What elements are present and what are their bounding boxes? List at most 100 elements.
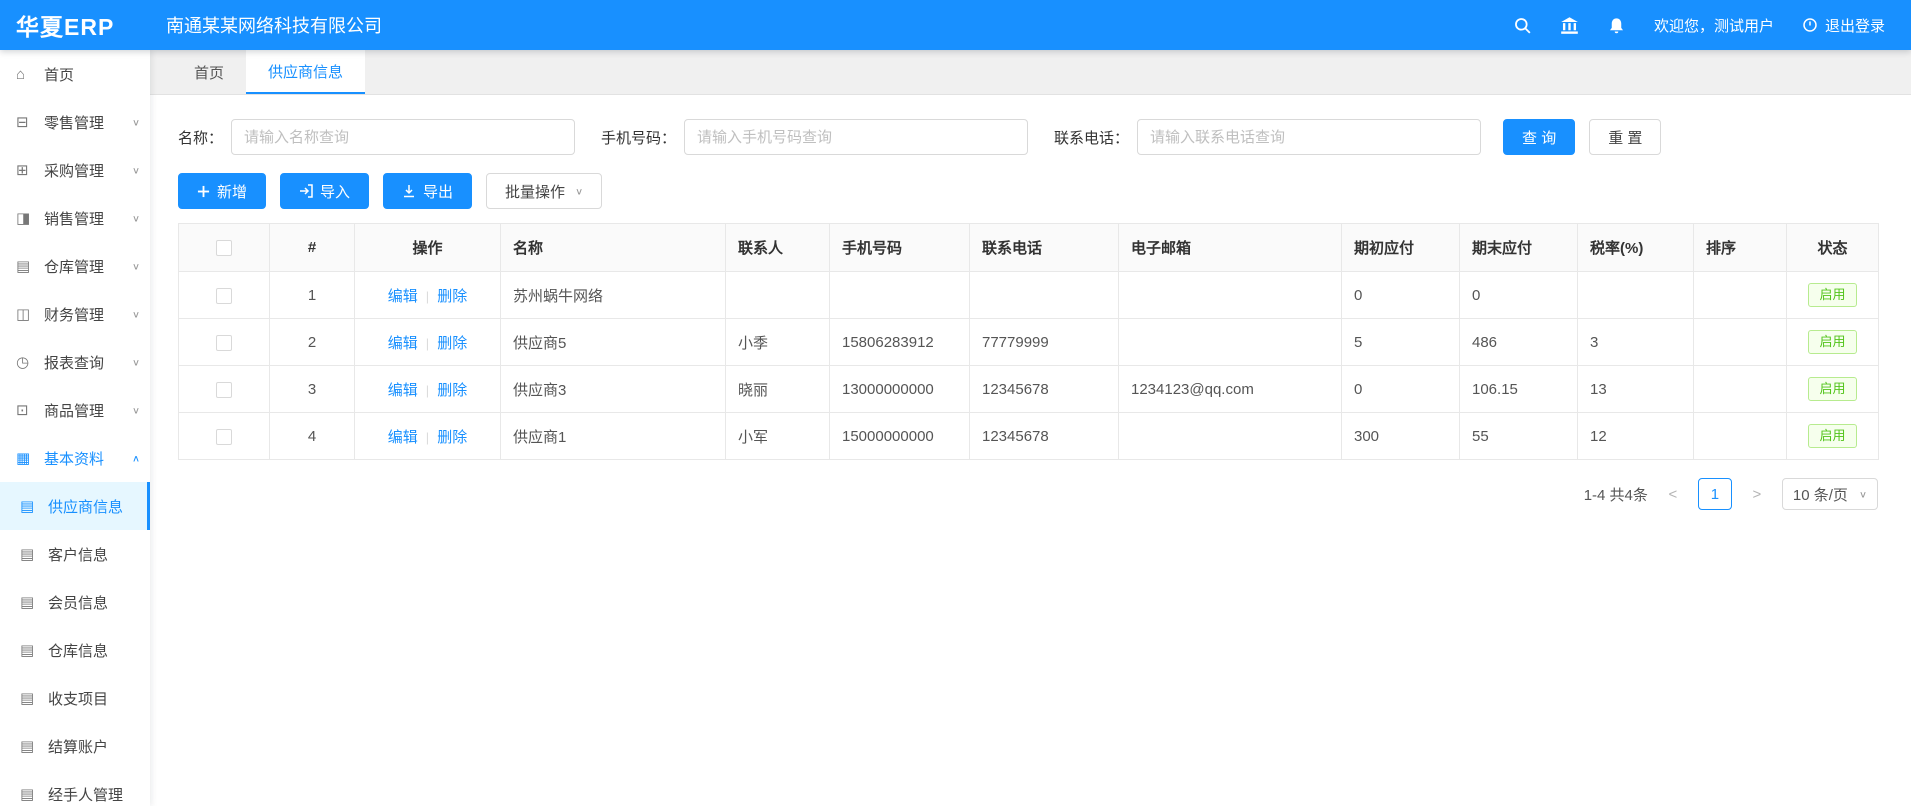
home-icon: ⌂ — [16, 66, 37, 83]
telephone: 12345678 — [970, 413, 1119, 460]
opening-payable: 0 — [1342, 272, 1460, 319]
header-actions: 欢迎您，测试用户 退出登录 — [1513, 15, 1911, 36]
delete-link[interactable]: 删除 — [437, 335, 467, 352]
chevron-down-icon: ∨ — [132, 260, 140, 271]
tab-supplier-info[interactable]: 供应商信息 — [246, 50, 365, 94]
status-badge[interactable]: 启用 — [1808, 330, 1856, 354]
sidebar-item-settlement-account[interactable]: ▤ 结算账户 — [0, 722, 150, 770]
supplier-table: # 操作 名称 联系人 手机号码 联系电话 电子邮箱 期初应付 期末应付 税率(… — [178, 223, 1879, 460]
sidebar-item-retail[interactable]: ⊟ 零售管理 ∨ — [0, 98, 150, 146]
col-header-tax-rate: 税率(%) — [1578, 224, 1694, 272]
sidebar-item-warehouse-info[interactable]: ▤ 仓库信息 — [0, 626, 150, 674]
row-index: 1 — [270, 272, 355, 319]
notification-bell-icon[interactable] — [1607, 16, 1626, 35]
page-size-select[interactable]: 10 条/页 ∨ — [1782, 478, 1878, 510]
sidebar-item-sales[interactable]: ◨ 销售管理 ∨ — [0, 194, 150, 242]
export-download-icon — [402, 184, 416, 198]
sidebar-item-reports[interactable]: ◷ 报表查询 ∨ — [0, 338, 150, 386]
row-checkbox[interactable] — [216, 429, 232, 445]
tab-home[interactable]: 首页 — [172, 50, 246, 94]
phone-filter-input[interactable] — [684, 119, 1028, 155]
current-page-button[interactable]: 1 — [1698, 478, 1732, 510]
row-checkbox[interactable] — [216, 335, 232, 351]
sidebar-item-supplier-info[interactable]: ▤ 供应商信息 — [0, 482, 150, 530]
edit-link[interactable]: 编辑 — [388, 288, 418, 305]
opening-payable: 5 — [1342, 319, 1460, 366]
delete-link[interactable]: 删除 — [437, 382, 467, 399]
opening-payable: 300 — [1342, 413, 1460, 460]
sidebar-item-purchase[interactable]: ⊞ 采购管理 ∨ — [0, 146, 150, 194]
report-icon: ◷ — [16, 353, 37, 371]
top-header: 华夏ERP 南通某某网络科技有限公司 欢迎您，测试用户 退出登录 — [0, 0, 1911, 50]
sidebar-item-member-info[interactable]: ▤ 会员信息 — [0, 578, 150, 626]
table-row: 4 编辑|删除 供应商1 小军 15000000000 12345678 300… — [179, 413, 1879, 460]
sidebar-item-finance[interactable]: ◫ 财务管理 ∨ — [0, 290, 150, 338]
document-icon: ▤ — [20, 641, 41, 659]
row-index: 2 — [270, 319, 355, 366]
logout-button[interactable]: 退出登录 — [1802, 15, 1885, 36]
tax-rate: 3 — [1578, 319, 1694, 366]
sidebar-item-basic-data[interactable]: ▦ 基本资料 ∧ — [0, 434, 150, 482]
purchase-icon: ⊞ — [16, 161, 37, 179]
sidebar-item-customer-info[interactable]: ▤ 客户信息 — [0, 530, 150, 578]
sidebar-item-goods[interactable]: ⊡ 商品管理 ∨ — [0, 386, 150, 434]
sort-order — [1694, 413, 1787, 460]
status-badge[interactable]: 启用 — [1808, 283, 1856, 307]
search-button[interactable]: 查 询 — [1503, 119, 1575, 155]
sidebar-item-warehouse[interactable]: ▤ 仓库管理 ∨ — [0, 242, 150, 290]
sort-order — [1694, 319, 1787, 366]
chevron-down-icon: ∨ — [1859, 488, 1867, 499]
welcome-user[interactable]: 欢迎您，测试用户 — [1654, 15, 1774, 36]
prev-page-button[interactable]: < — [1658, 478, 1688, 510]
batch-actions-button[interactable]: 批量操作 ∨ — [486, 173, 602, 209]
chevron-down-icon: ∨ — [132, 164, 140, 175]
export-button[interactable]: 导出 — [383, 173, 472, 209]
toolbar: 新增 导入 导出 批量操作 — [178, 173, 1883, 209]
sidebar-item-handler-management[interactable]: ▤ 经手人管理 — [0, 770, 150, 806]
import-button[interactable]: 导入 — [280, 173, 369, 209]
document-icon: ▤ — [20, 785, 41, 803]
sidebar-item-home[interactable]: ⌂ 首页 — [0, 50, 150, 98]
closing-payable: 486 — [1460, 319, 1578, 366]
next-page-button[interactable]: > — [1742, 478, 1772, 510]
delete-link[interactable]: 删除 — [437, 288, 467, 305]
chevron-down-icon: ∨ — [132, 404, 140, 415]
tel-filter-label: 联系电话： — [1054, 127, 1129, 148]
chevron-down-icon: ∨ — [132, 116, 140, 127]
edit-link[interactable]: 编辑 — [388, 429, 418, 446]
edit-link[interactable]: 编辑 — [388, 382, 418, 399]
telephone — [970, 272, 1119, 319]
status-badge[interactable]: 启用 — [1808, 424, 1856, 448]
search-icon[interactable] — [1513, 16, 1532, 35]
delete-link[interactable]: 删除 — [437, 429, 467, 446]
select-all-checkbox[interactable] — [216, 240, 232, 256]
tel-filter-input[interactable] — [1137, 119, 1481, 155]
contact-person: 小季 — [726, 319, 830, 366]
row-index: 4 — [270, 413, 355, 460]
platform-bank-icon[interactable] — [1560, 16, 1579, 35]
row-checkbox[interactable] — [216, 288, 232, 304]
table-row: 2 编辑|删除 供应商5 小季 15806283912 77779999 5 4… — [179, 319, 1879, 366]
name-filter-input[interactable] — [231, 119, 575, 155]
plus-icon — [197, 185, 210, 198]
edit-link[interactable]: 编辑 — [388, 335, 418, 352]
status-badge[interactable]: 启用 — [1808, 377, 1856, 401]
retail-icon: ⊟ — [16, 113, 37, 131]
supplier-name: 供应商3 — [501, 366, 726, 413]
add-button[interactable]: 新增 — [178, 173, 266, 209]
reset-button[interactable]: 重 置 — [1589, 119, 1661, 155]
phone-filter-label: 手机号码： — [601, 127, 676, 148]
sidebar-item-income-expense[interactable]: ▤ 收支项目 — [0, 674, 150, 722]
row-index: 3 — [270, 366, 355, 413]
finance-icon: ◫ — [16, 305, 37, 323]
opening-payable: 0 — [1342, 366, 1460, 413]
chevron-up-icon: ∧ — [132, 452, 140, 463]
email — [1119, 272, 1342, 319]
document-icon: ▤ — [20, 497, 41, 515]
basic-data-icon: ▦ — [16, 449, 37, 467]
warehouse-icon: ▤ — [16, 257, 37, 275]
sort-order — [1694, 366, 1787, 413]
col-header-name: 名称 — [501, 224, 726, 272]
link-divider: | — [426, 383, 429, 398]
row-checkbox[interactable] — [216, 382, 232, 398]
